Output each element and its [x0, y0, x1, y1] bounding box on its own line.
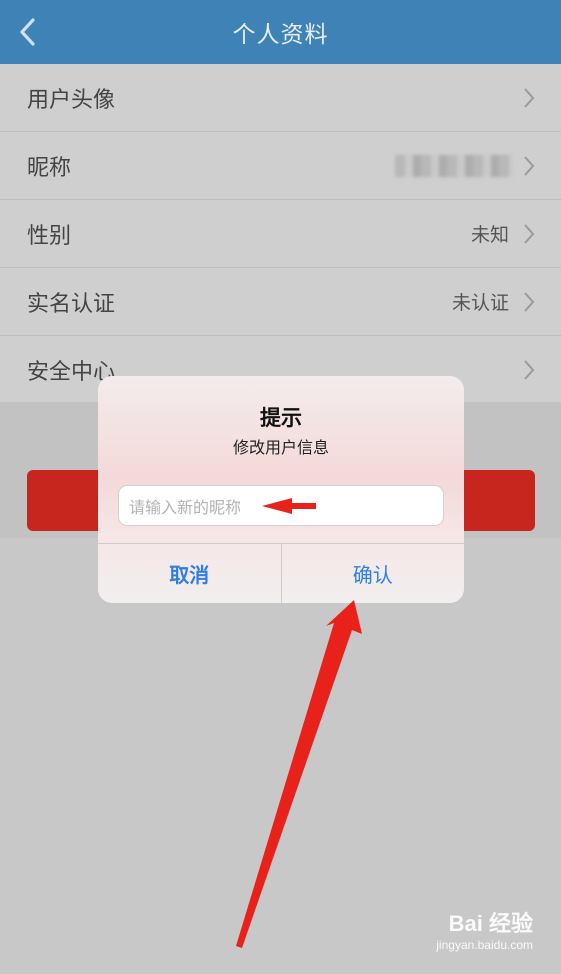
- confirm-button[interactable]: 确认: [282, 544, 465, 603]
- watermark-url: jingyan.baidu.com: [436, 938, 533, 952]
- watermark-brand: Bai 经验: [448, 911, 533, 936]
- list-item-label: 性别: [27, 223, 72, 249]
- dialog-message: 修改用户信息: [232, 438, 329, 457]
- redacted-nickname: [395, 154, 513, 177]
- chevron-left-icon: [20, 18, 35, 46]
- profile-list: 用户头像 昵称 性别 未知 实名认证 未认证 安全中心: [0, 64, 561, 404]
- chevron-right-icon: [523, 291, 537, 313]
- list-item-verification[interactable]: 实名认证 未认证: [0, 268, 561, 336]
- nav-bar: 个人资料: [0, 0, 561, 64]
- baidu-jingyan-watermark: Bai 经验 jingyan.baidu.com: [436, 906, 533, 952]
- list-item-gender[interactable]: 性别 未知: [0, 200, 561, 268]
- dialog-button-bar: 取消 确认: [98, 543, 464, 603]
- alert-dialog: 提示 修改用户信息 请输入新的昵称 取消 确认: [98, 376, 464, 603]
- page-title: 个人资料: [232, 22, 329, 48]
- chevron-right-icon: [523, 87, 537, 109]
- list-item-label: 实名认证: [27, 291, 116, 317]
- nickname-input-placeholder: 请输入新的昵称: [129, 497, 242, 517]
- dialog-title: 提示: [260, 406, 302, 430]
- back-button[interactable]: [12, 14, 42, 50]
- cancel-button[interactable]: 取消: [98, 544, 282, 603]
- list-item-label: 用户头像: [27, 87, 116, 113]
- nickname-input[interactable]: 请输入新的昵称: [118, 485, 444, 526]
- list-item-label: 昵称: [27, 155, 72, 181]
- list-item-value: 未认证: [451, 292, 509, 314]
- chevron-right-icon: [523, 155, 537, 177]
- list-item-avatar[interactable]: 用户头像: [0, 64, 561, 132]
- list-item-value: 未知: [470, 224, 509, 246]
- list-item-nickname[interactable]: 昵称: [0, 132, 561, 200]
- chevron-right-icon: [523, 223, 537, 245]
- chevron-right-icon: [523, 359, 537, 381]
